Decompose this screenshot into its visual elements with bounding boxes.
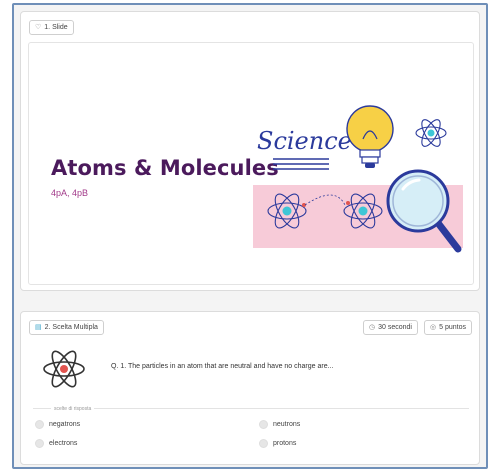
question-card[interactable]: ▤ 2. Scelta Multipla ◷ 30 secondi ◎ 5 pu… (20, 311, 480, 465)
points-badge[interactable]: ◎ 5 puntos (424, 320, 472, 335)
slide-tag: ♡ 1. Slide (29, 20, 74, 35)
question-text: Q. 1. The particles in an atom that are … (111, 363, 334, 370)
radio-icon[interactable] (35, 420, 44, 429)
option-1[interactable]: negatrons (35, 420, 80, 429)
radio-icon[interactable] (35, 439, 44, 448)
points-label: 5 puntos (439, 324, 466, 331)
question-tag: ▤ 2. Scelta Multipla (29, 320, 104, 335)
question-tag-label: 2. Scelta Multipla (44, 324, 98, 331)
slide-title: Atoms & Molecules (51, 156, 279, 180)
options-heading: scelte di risposta (51, 406, 95, 412)
option-label: negatrons (49, 421, 81, 428)
lightbulb-icon (346, 105, 394, 168)
option-label: electrons (49, 440, 78, 447)
question-row: Q. 1. The particles in an atom that are … (35, 342, 475, 392)
slide-preview[interactable]: Atoms & Molecules 4pA, 4pB Science (28, 42, 474, 285)
option-3[interactable]: electrons (35, 439, 77, 448)
slide-tag-label: 1. Slide (44, 24, 68, 31)
option-4[interactable]: protons (259, 439, 296, 448)
option-label: neutrons (273, 421, 301, 428)
option-label: protons (273, 440, 297, 447)
science-word: Science (257, 127, 352, 155)
science-illustration: Science (253, 105, 463, 253)
time-label: 30 secondi (378, 324, 412, 331)
radio-icon[interactable] (259, 439, 268, 448)
time-badge[interactable]: ◷ 30 secondi (363, 320, 418, 335)
radio-icon[interactable] (259, 420, 268, 429)
editor-frame: ♡ 1. Slide Atoms & Molecules 4pA, 4pB Sc… (12, 3, 488, 469)
slide-card[interactable]: ♡ 1. Slide Atoms & Molecules 4pA, 4pB Sc… (20, 11, 480, 291)
slide-subtitle: 4pA, 4pB (51, 188, 89, 198)
atom-icon (43, 350, 85, 388)
list-icon: ▤ (35, 324, 42, 331)
target-icon: ◎ (430, 324, 437, 331)
heart-icon: ♡ (35, 24, 42, 31)
options-divider (33, 408, 469, 409)
atom-icon (415, 119, 447, 147)
clock-icon: ◷ (369, 324, 376, 331)
option-2[interactable]: neutrons (259, 420, 300, 429)
